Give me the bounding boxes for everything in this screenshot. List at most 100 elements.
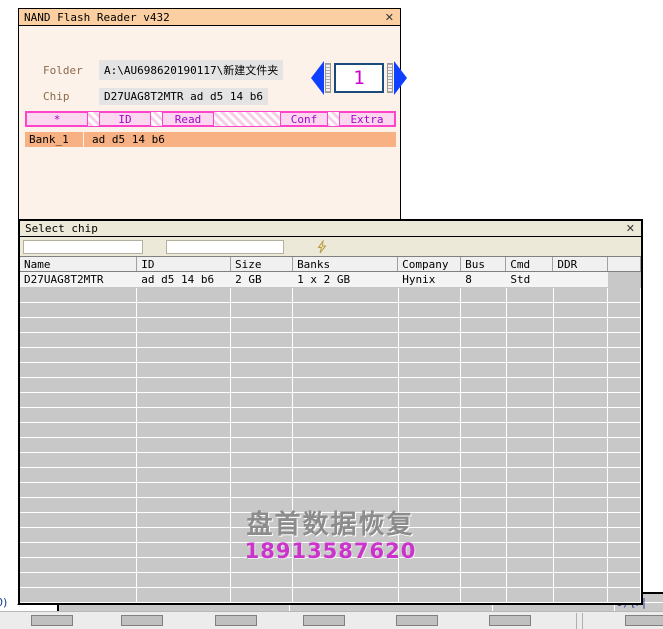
empty-grid-cell xyxy=(231,513,294,527)
close-icon[interactable]: ✕ xyxy=(383,12,396,23)
page-navigator: 1 xyxy=(311,59,407,97)
empty-grid-cell xyxy=(137,363,232,377)
empty-grid-row[interactable] xyxy=(20,543,641,558)
cell-company: Hynix xyxy=(402,273,436,286)
empty-grid-row[interactable] xyxy=(20,498,641,513)
taskbar-item[interactable] xyxy=(215,615,257,626)
triangle-right-icon[interactable] xyxy=(394,61,407,95)
empty-grid-cell xyxy=(554,453,609,467)
empty-grid-cell xyxy=(231,393,294,407)
empty-grid-row[interactable] xyxy=(20,408,641,423)
empty-grid-row[interactable] xyxy=(20,348,641,363)
empty-grid-cell xyxy=(20,393,138,407)
empty-grid-row[interactable] xyxy=(20,483,641,498)
taskbar-item[interactable] xyxy=(303,615,345,626)
empty-grid-row[interactable] xyxy=(20,558,641,573)
empty-grid-cell xyxy=(507,498,554,512)
column-header-blank[interactable] xyxy=(607,257,641,271)
empty-grid-cell xyxy=(231,318,294,332)
empty-grid-cell xyxy=(231,378,294,392)
taskbar-item[interactable] xyxy=(121,615,163,626)
empty-grid-cell xyxy=(461,288,507,302)
extra-button[interactable]: Extra xyxy=(339,112,395,126)
folder-path-value[interactable]: A:\AU698620190117\新建文件夹 xyxy=(99,60,284,80)
empty-grid-row[interactable] xyxy=(20,513,641,528)
empty-grid-row[interactable] xyxy=(20,468,641,483)
empty-grid-cell xyxy=(137,378,232,392)
empty-grid-cell xyxy=(20,588,138,602)
column-header-bus[interactable]: Bus xyxy=(461,257,507,271)
empty-grid-cell xyxy=(293,498,399,512)
empty-grid-cell xyxy=(608,558,641,572)
empty-grid-cell xyxy=(554,438,609,452)
empty-grid-cell xyxy=(608,588,641,602)
empty-grid-cell xyxy=(554,528,609,542)
taskbar-separator xyxy=(576,613,577,629)
empty-grid-row[interactable] xyxy=(20,318,641,333)
empty-grid-cell xyxy=(608,363,641,377)
taskbar-item[interactable] xyxy=(396,615,438,626)
empty-grid-row[interactable] xyxy=(20,573,641,588)
column-header-id[interactable]: ID xyxy=(137,257,232,271)
bank-row[interactable]: Bank_1 ad d5 14 b6 xyxy=(25,132,396,147)
empty-grid-cell xyxy=(399,558,462,572)
table-row[interactable]: D27UAG8T2MTR ad d5 14 b6 2 GB 1 x 2 GB Hynix… xyxy=(20,272,641,287)
empty-grid-cell xyxy=(293,558,399,572)
empty-grid-row[interactable] xyxy=(20,528,641,543)
bank-id-value: ad d5 14 b6 xyxy=(92,133,165,146)
close-icon[interactable]: ✕ xyxy=(624,223,637,234)
empty-grid-cell xyxy=(554,468,609,482)
page-number-box[interactable]: 1 xyxy=(334,63,384,93)
column-header-size[interactable]: Size xyxy=(231,257,294,271)
column-header-name[interactable]: Name xyxy=(20,257,138,271)
read-button[interactable]: Read xyxy=(162,112,214,126)
empty-grid-row[interactable] xyxy=(20,333,641,348)
empty-grid-row[interactable] xyxy=(20,378,641,393)
empty-grid-row[interactable] xyxy=(20,363,641,378)
empty-grid-cell xyxy=(231,363,294,377)
empty-grid-cell xyxy=(608,483,641,497)
empty-grid-cell xyxy=(293,573,399,587)
empty-grid-cell xyxy=(507,303,554,317)
column-header-company[interactable]: Company xyxy=(398,257,462,271)
id-button[interactable]: ID xyxy=(99,112,151,126)
empty-grid-row[interactable] xyxy=(20,393,641,408)
empty-grid-cell xyxy=(231,468,294,482)
empty-grid-cell xyxy=(137,468,232,482)
column-header-banks[interactable]: Banks xyxy=(293,257,399,271)
column-header-ddr[interactable]: DDR xyxy=(553,257,608,271)
empty-grid-cell xyxy=(554,393,609,407)
lightning-bolt-icon[interactable] xyxy=(314,239,330,255)
empty-grid-cell xyxy=(231,453,294,467)
empty-grid-cell xyxy=(293,393,399,407)
empty-grid-cell xyxy=(293,423,399,437)
empty-grid-row[interactable] xyxy=(20,423,641,438)
star-button[interactable]: * xyxy=(26,112,88,126)
empty-grid-row[interactable] xyxy=(20,288,641,303)
empty-grid-cell xyxy=(231,573,294,587)
cell-banks: 1 x 2 GB xyxy=(297,273,351,286)
taskbar-item[interactable] xyxy=(31,615,73,626)
empty-grid-row[interactable] xyxy=(20,303,641,318)
conf-button[interactable]: Conf xyxy=(280,112,328,126)
chip-value[interactable]: D27UAG8T2MTR ad d5 14 b6 xyxy=(99,88,268,105)
hatch-gap-1 xyxy=(88,112,99,126)
triangle-left-icon[interactable] xyxy=(311,61,324,95)
taskbar-item[interactable] xyxy=(489,615,531,626)
empty-grid-cell xyxy=(461,498,507,512)
empty-grid-cell xyxy=(293,288,399,302)
search-name-input[interactable] xyxy=(23,239,143,254)
chip-table-header: Name ID Size Banks Company Bus Cmd DDR xyxy=(20,256,641,272)
search-id-input[interactable] xyxy=(166,239,284,254)
empty-grid-cell xyxy=(554,303,609,317)
empty-grid-row[interactable] xyxy=(20,453,641,468)
nand-window-title: NAND Flash Reader v432 xyxy=(24,10,170,24)
empty-grid-cell xyxy=(507,558,554,572)
empty-grid-row[interactable] xyxy=(20,438,641,453)
empty-grid-cell xyxy=(608,513,641,527)
cell-name: D27UAG8T2MTR xyxy=(24,273,104,286)
empty-grid-row[interactable] xyxy=(20,588,641,603)
column-header-cmd[interactable]: Cmd xyxy=(506,257,554,271)
empty-grid-cell xyxy=(231,438,294,452)
taskbar-item[interactable] xyxy=(625,615,663,626)
